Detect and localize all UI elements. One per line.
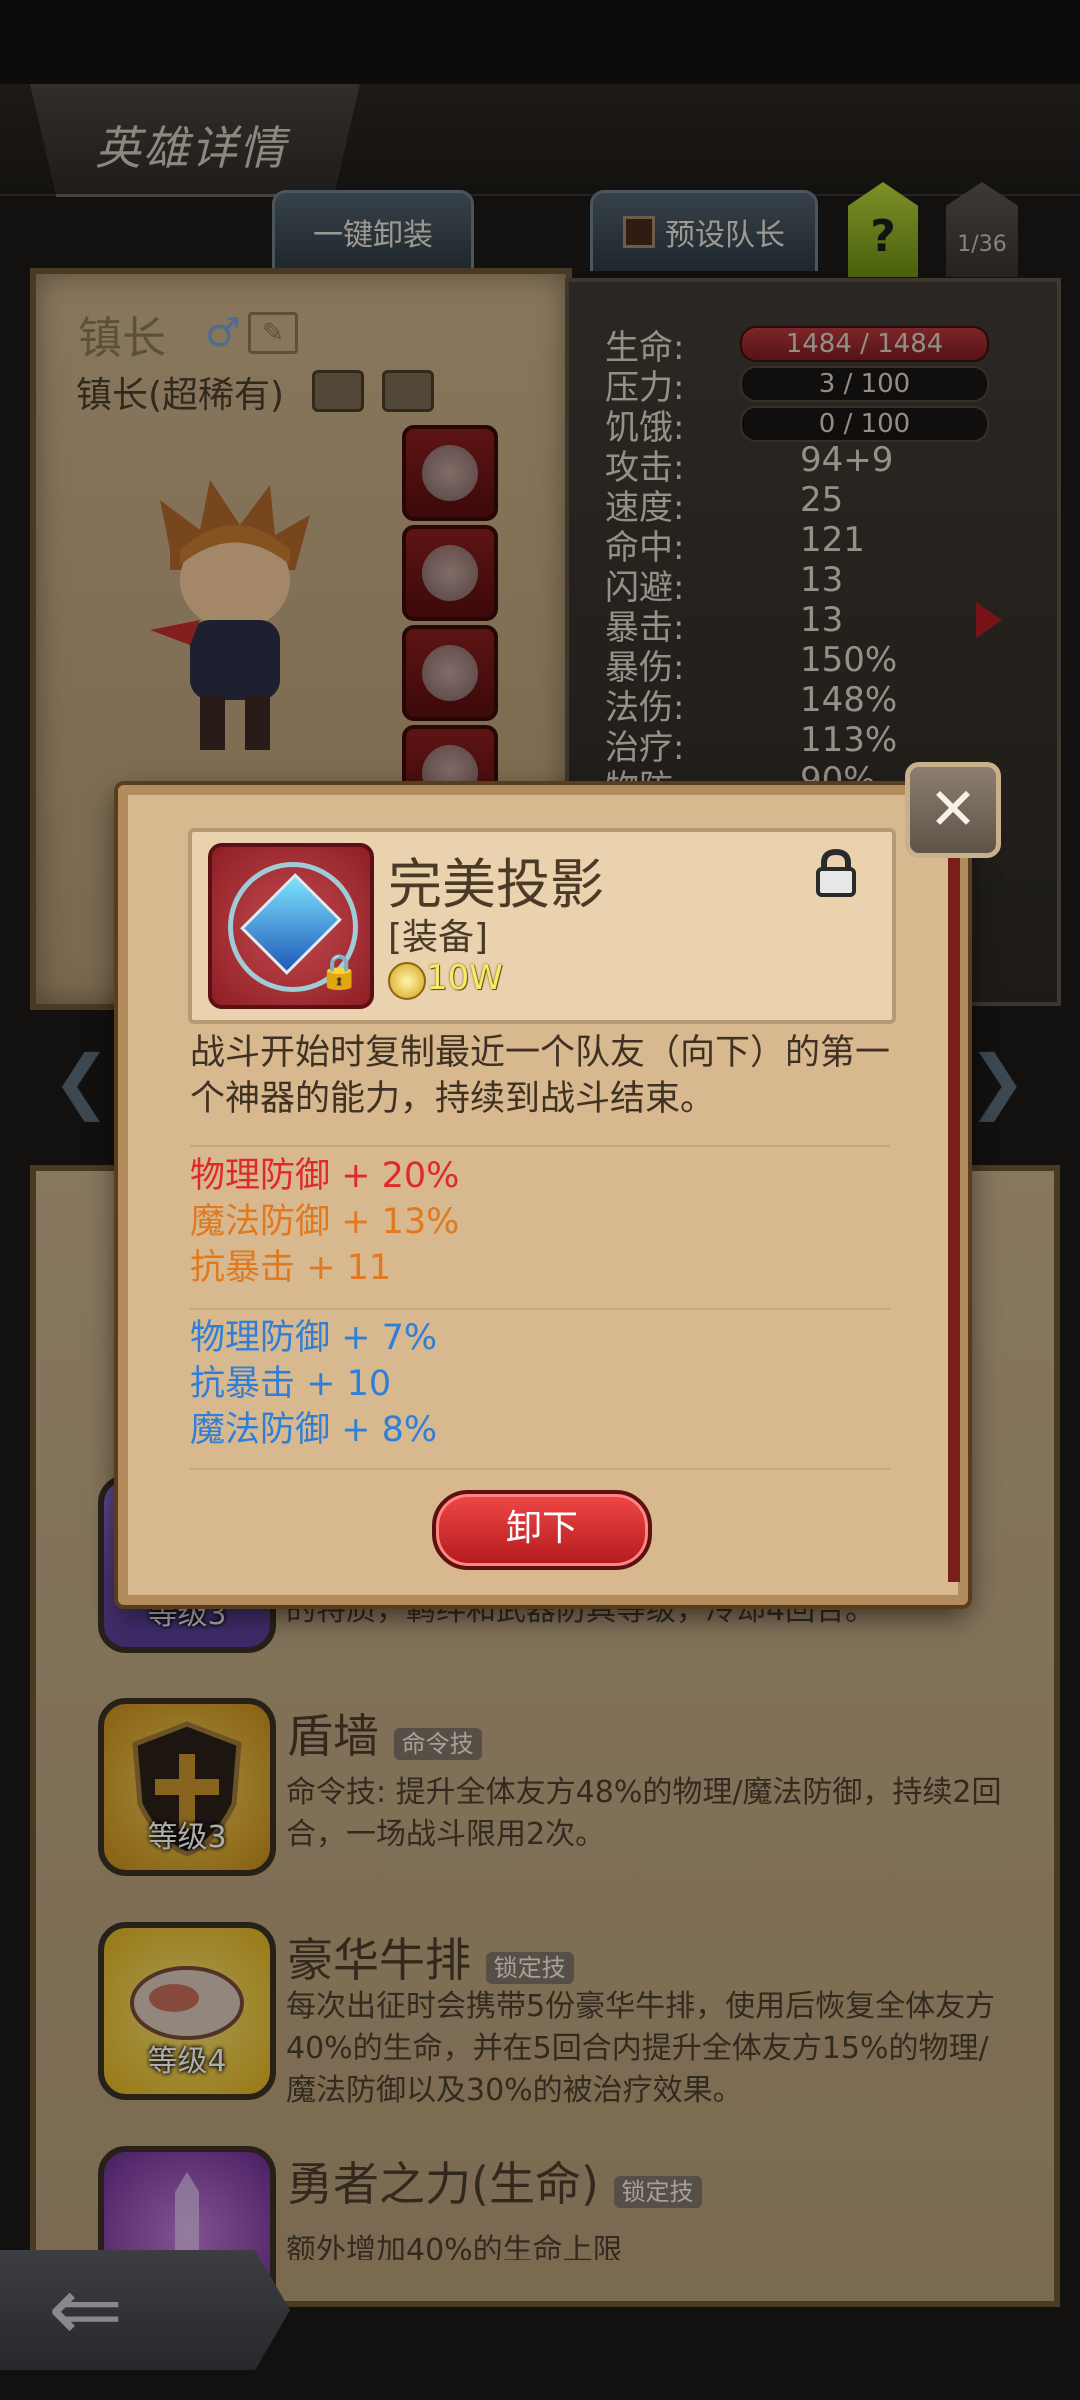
- close-icon: ✕: [928, 775, 978, 843]
- item-description: 战斗开始时复制最近一个队友（向下）的第一个神器的能力，持续到战斗结束。: [190, 1033, 891, 1119]
- status-bar: [0, 0, 1080, 84]
- item-type: [装备]: [388, 917, 489, 958]
- divider: [190, 1468, 890, 1470]
- attribute-line: 魔法防御 + 13%: [190, 1202, 460, 1242]
- close-button[interactable]: ✕: [905, 762, 1001, 858]
- attribute-line: 抗暴击 + 10: [190, 1364, 392, 1404]
- lock-icon[interactable]: [814, 849, 858, 897]
- divider: [190, 1308, 890, 1310]
- attribute-line: 抗暴击 + 11: [190, 1248, 392, 1288]
- attribute-line: 物理防御 + 20%: [190, 1156, 460, 1196]
- divider: [190, 1145, 890, 1147]
- attribute-line: 魔法防御 + 8%: [190, 1410, 438, 1450]
- attribute-line: 物理防御 + 7%: [190, 1318, 438, 1358]
- modal-edge: [948, 842, 960, 1582]
- unequip-button[interactable]: 卸下: [432, 1490, 652, 1570]
- coin-icon: [388, 962, 426, 1000]
- item-cost: 10W: [426, 958, 503, 998]
- item-lock-badge-icon: 🔒: [318, 952, 361, 992]
